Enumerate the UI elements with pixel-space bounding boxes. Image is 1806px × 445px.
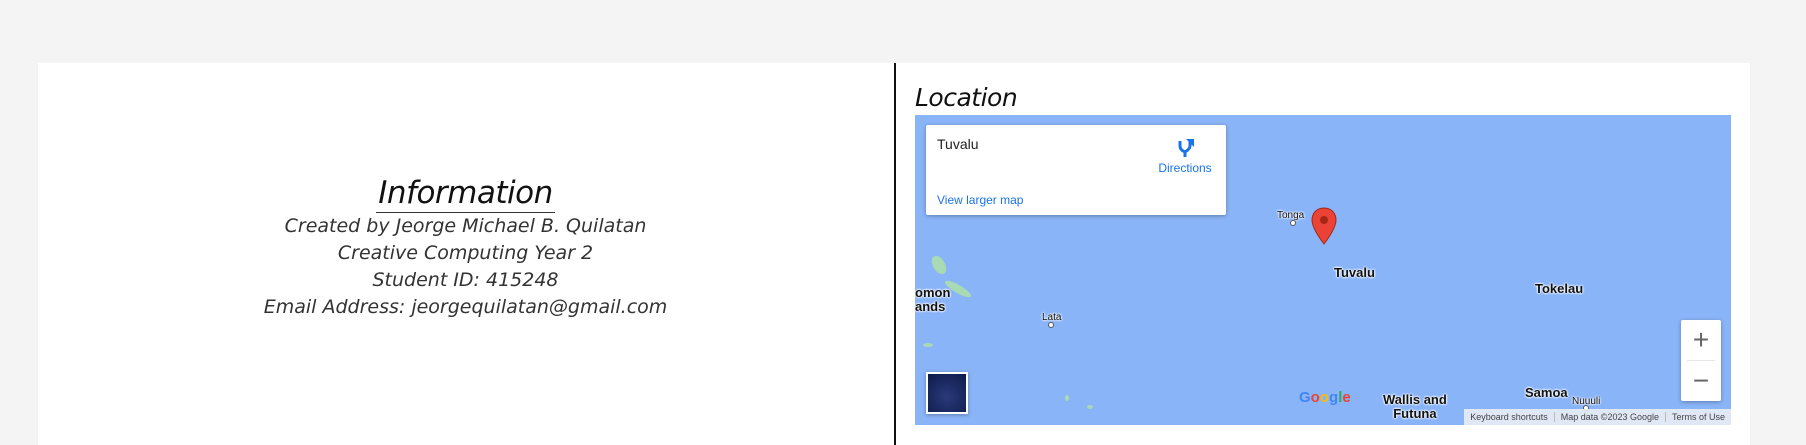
information-section: Information Created by Jeorge Michael B.… xyxy=(38,175,893,321)
embedded-map[interactable]: Tuvalu View larger map Directions Tonga … xyxy=(915,115,1731,425)
keyboard-shortcuts-link[interactable]: Keyboard shortcuts xyxy=(1464,412,1554,422)
land-island xyxy=(1087,405,1093,409)
satellite-layer-button[interactable] xyxy=(926,372,968,414)
label-samoa: Samoa xyxy=(1525,385,1568,400)
terms-of-use-link[interactable]: Terms of Use xyxy=(1664,412,1731,422)
map-footer: Keyboard shortcuts Map data ©2023 Google… xyxy=(1464,409,1731,425)
zoom-in-button[interactable]: + xyxy=(1681,320,1721,360)
location-title: Location xyxy=(915,83,1018,112)
place-info-card: Tuvalu View larger map Directions xyxy=(926,125,1226,215)
land-island-2 xyxy=(1065,395,1069,401)
info-student-id: Student ID: 415248 xyxy=(372,269,559,291)
land-solomon xyxy=(928,253,950,277)
land-solomon-3 xyxy=(923,343,933,347)
directions-label: Directions xyxy=(1158,161,1212,175)
place-name: Tuvalu xyxy=(937,136,979,152)
zoom-controls: + − xyxy=(1681,320,1721,401)
tonga-dot xyxy=(1290,220,1296,226)
directions-icon xyxy=(1178,139,1194,157)
map-pin-icon[interactable] xyxy=(1311,207,1337,245)
column-divider xyxy=(894,63,896,445)
info-course: Creative Computing Year 2 xyxy=(337,242,594,264)
info-creator: Created by Jeorge Michael B. Quilatan xyxy=(284,215,647,237)
directions-button[interactable]: Directions xyxy=(1154,135,1216,175)
google-logo: Google xyxy=(1299,389,1351,406)
map-data-attribution: Map data ©2023 Google xyxy=(1553,412,1665,422)
label-tokelau: Tokelau xyxy=(1535,281,1584,296)
info-email: Email Address: jeorgequilatan@gmail.com xyxy=(263,296,668,318)
view-larger-map-link[interactable]: View larger map xyxy=(937,193,1023,207)
label-tuvalu: Tuvalu xyxy=(1334,265,1375,280)
label-solomon: omon ands xyxy=(915,285,951,314)
label-wallis: Wallis and Futuna xyxy=(1383,392,1447,421)
information-title: Information xyxy=(376,175,555,213)
lata-dot xyxy=(1048,322,1054,328)
zoom-out-button[interactable]: − xyxy=(1681,361,1721,401)
